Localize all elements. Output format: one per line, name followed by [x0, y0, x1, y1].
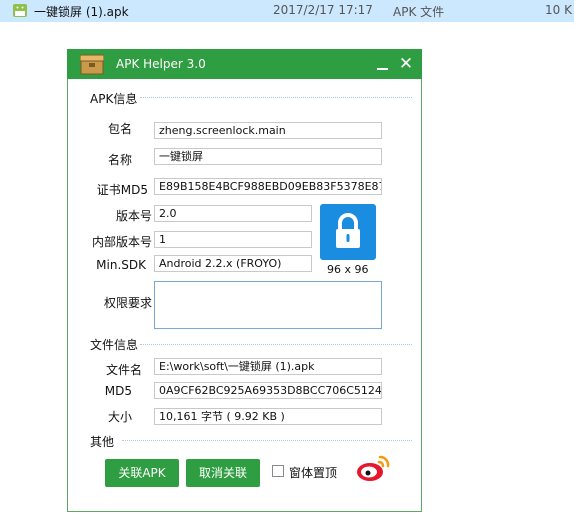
close-button[interactable]: ✕ — [396, 52, 416, 76]
min-sdk-field[interactable]: Android 2.2.x (FROYO) — [154, 255, 312, 272]
icon-size-caption: 96 x 96 — [327, 263, 369, 276]
lock-icon — [336, 213, 360, 248]
associate-apk-button[interactable]: 关联APK — [105, 459, 179, 487]
weibo-icon[interactable] — [355, 453, 391, 483]
package-name-field[interactable]: zheng.screenlock.main — [154, 122, 382, 139]
package-name-label: 包名 — [107, 122, 132, 136]
apk-info-divider — [140, 97, 412, 99]
md5-field[interactable]: 0A9CF62BC925A69353D8BCC706C51246 — [154, 382, 382, 399]
version-field[interactable]: 2.0 — [154, 205, 312, 222]
minimize-button[interactable] — [373, 52, 393, 76]
md5-label: MD5 — [104, 384, 132, 398]
permissions-textarea[interactable] — [154, 281, 382, 329]
min-sdk-label: Min.SDK — [96, 258, 146, 272]
file-name-label: 文件名 — [105, 363, 142, 377]
app-name-field[interactable]: 一键锁屏 — [154, 148, 382, 165]
topmost-label: 窗体置顶 — [289, 466, 338, 480]
apk-info-section-label: APK信息 — [90, 92, 138, 106]
version-code-label: 内部版本号 — [91, 235, 152, 249]
cert-md5-field[interactable]: E89B158E4BCF988EBD09EB83F5378E87 — [154, 178, 382, 195]
other-section-label: 其他 — [90, 435, 115, 449]
file-size: 10 K — [545, 3, 572, 17]
other-divider — [122, 440, 412, 442]
apk-file-icon — [13, 4, 27, 17]
file-date: 2017/2/17 17:17 — [273, 3, 373, 17]
topmost-checkbox[interactable] — [272, 465, 284, 477]
unassociate-button[interactable]: 取消关联 — [186, 459, 260, 487]
window-title: APK Helper 3.0 — [116, 57, 206, 71]
file-info-divider — [140, 344, 412, 346]
file-type: APK 文件 — [393, 5, 445, 19]
cert-md5-label: 证书MD5 — [96, 183, 148, 197]
size-label: 大小 — [107, 410, 132, 424]
file-info-section-label: 文件信息 — [90, 338, 139, 352]
version-code-field[interactable]: 1 — [154, 231, 312, 248]
permissions-label: 权限要求 — [103, 296, 152, 310]
file-path-field[interactable]: E:\work\soft\一键锁屏 (1).apk — [154, 358, 382, 375]
size-field[interactable]: 10,161 字节 ( 9.92 KB ) — [154, 408, 382, 425]
app-box-icon — [80, 54, 104, 75]
version-label: 版本号 — [115, 209, 152, 223]
app-icon-preview — [320, 204, 376, 260]
app-name-label: 名称 — [107, 153, 132, 167]
file-name: 一键锁屏 (1).apk — [34, 5, 129, 19]
